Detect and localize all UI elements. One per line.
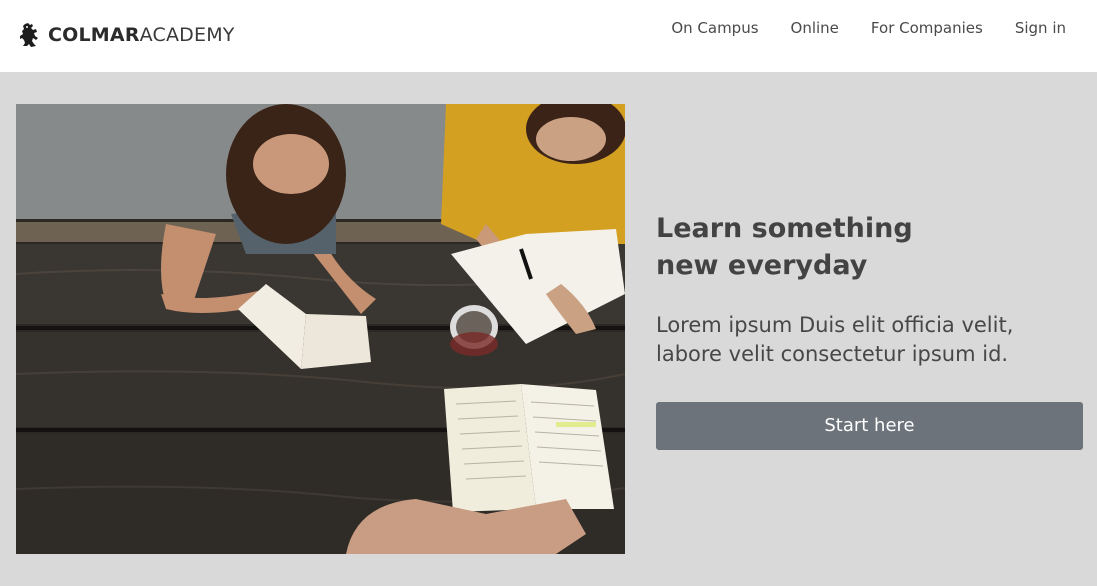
- hero-tagline-line1: Lorem ipsum Duis elit officia velit,: [656, 313, 1014, 337]
- nav-online[interactable]: Online: [791, 18, 839, 38]
- hero-headline-line1: Learn something: [656, 213, 913, 244]
- nav-for-companies[interactable]: For Companies: [871, 18, 983, 38]
- brand-name: COLMARACADEMY: [48, 24, 235, 46]
- navbar: COLMARACADEMY On Campus Online For Compa…: [0, 0, 1097, 72]
- brand-logo-link[interactable]: COLMARACADEMY: [19, 22, 235, 48]
- hero-headline: Learn something new everyday: [656, 210, 956, 284]
- lion-rampant-icon: [20, 23, 38, 47]
- brand-name-light: ACADEMY: [139, 24, 235, 46]
- hero-photo: [16, 104, 625, 554]
- start-here-button[interactable]: Start here: [656, 402, 1083, 450]
- nav-on-campus[interactable]: On Campus: [671, 18, 758, 38]
- hero-tagline-line2: labore velit consectetur ipsum id.: [656, 342, 1009, 366]
- nav-sign-in[interactable]: Sign in: [1015, 18, 1066, 38]
- brand-name-bold: COLMAR: [48, 24, 140, 46]
- hero-text: Learn something new everyday Lorem ipsum…: [656, 210, 1083, 369]
- main-nav: On Campus Online For Companies Sign in: [639, 18, 1066, 38]
- hero-tagline: Lorem ipsum Duis elit officia velit, lab…: [656, 311, 1083, 369]
- hero-photo-illustration: [16, 104, 625, 554]
- hero-headline-line2: new everyday: [656, 250, 868, 281]
